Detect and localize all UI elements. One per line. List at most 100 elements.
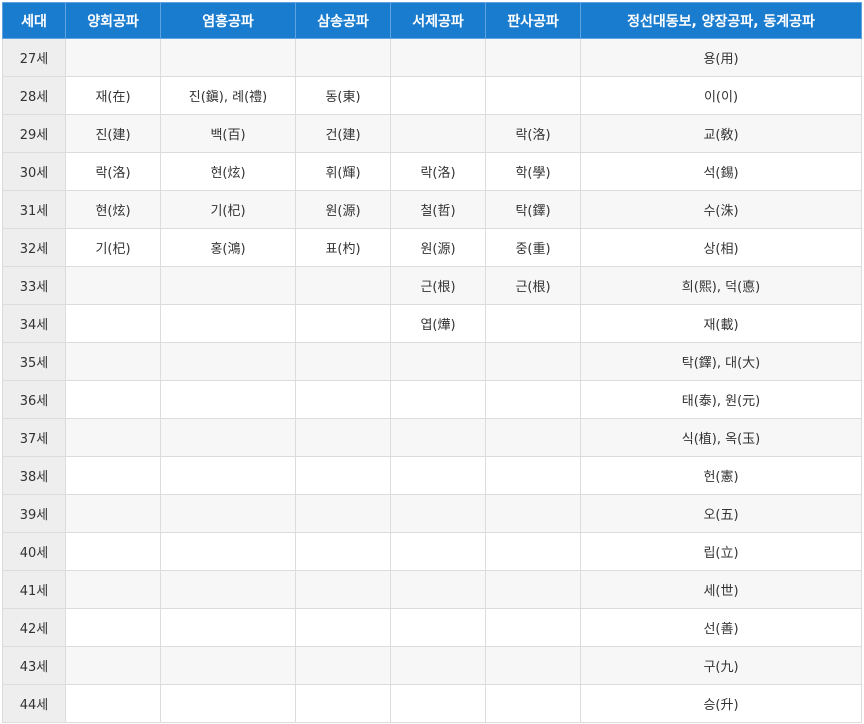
- samsong-cell: 원(源): [295, 190, 391, 229]
- yanghoe-cell: [65, 570, 161, 609]
- yeomheung-cell: [160, 342, 296, 381]
- yanghoe-cell: [65, 418, 161, 457]
- main-branch-cell: 립(立): [580, 532, 862, 571]
- main-branch-cell: 오(五): [580, 494, 862, 533]
- samsong-cell: [295, 304, 391, 343]
- pansa-cell: [485, 456, 581, 495]
- yanghoe-cell: [65, 494, 161, 533]
- samsong-cell: [295, 266, 391, 305]
- seoje-cell: [390, 494, 486, 533]
- samsong-cell: [295, 380, 391, 419]
- yanghoe-cell: 락(洛): [65, 152, 161, 191]
- yanghoe-cell: [65, 646, 161, 685]
- generation-cell: 28세: [2, 76, 66, 115]
- pansa-cell: [485, 38, 581, 77]
- samsong-cell: [295, 342, 391, 381]
- table-row: 40세 립(立): [2, 532, 862, 571]
- yanghoe-cell: [65, 304, 161, 343]
- main-branch-cell: 식(植), 옥(玉): [580, 418, 862, 457]
- main-branch-cell: 희(熙), 덕(悳): [580, 266, 862, 305]
- seoje-cell: [390, 380, 486, 419]
- seoje-cell: 철(哲): [390, 190, 486, 229]
- pansa-cell: [485, 76, 581, 115]
- samsong-cell: [295, 570, 391, 609]
- table-row: 44세 승(升): [2, 684, 862, 723]
- yeomheung-cell: [160, 608, 296, 647]
- main-branch-cell: 재(載): [580, 304, 862, 343]
- samsong-cell: [295, 456, 391, 495]
- yeomheung-cell: 백(百): [160, 114, 296, 153]
- pansa-cell: [485, 494, 581, 533]
- generation-cell: 39세: [2, 494, 66, 533]
- pansa-cell: [485, 570, 581, 609]
- samsong-cell: [295, 38, 391, 77]
- seoje-cell: 락(洛): [390, 152, 486, 191]
- table-row: 32세 기(杞) 홍(鴻) 표(杓) 원(源) 중(重) 상(相): [2, 228, 862, 267]
- table-row: 43세 구(九): [2, 646, 862, 685]
- pansa-cell: [485, 304, 581, 343]
- samsong-cell: [295, 418, 391, 457]
- seoje-cell: [390, 646, 486, 685]
- header-seoje-branch: 서제공파: [390, 2, 486, 39]
- table-row: 33세 근(根) 근(根) 희(熙), 덕(悳): [2, 266, 862, 305]
- yanghoe-cell: [65, 456, 161, 495]
- seoje-cell: 원(源): [390, 228, 486, 267]
- yanghoe-cell: [65, 266, 161, 305]
- yanghoe-cell: 현(炫): [65, 190, 161, 229]
- table-row: 27세 용(用): [2, 38, 862, 77]
- generation-name-table: 세대 양회공파 염흥공파 삼송공파 서제공파 판사공파 정선대동보, 양장공파,…: [2, 2, 862, 723]
- header-main-branches: 정선대동보, 양장공파, 동계공파: [580, 2, 862, 39]
- header-yeomheung-branch: 염흥공파: [160, 2, 296, 39]
- table-row: 34세 엽(燁) 재(載): [2, 304, 862, 343]
- pansa-cell: [485, 532, 581, 571]
- samsong-cell: [295, 494, 391, 533]
- seoje-cell: [390, 76, 486, 115]
- pansa-cell: 근(根): [485, 266, 581, 305]
- seoje-cell: [390, 608, 486, 647]
- generation-cell: 35세: [2, 342, 66, 381]
- seoje-cell: 엽(燁): [390, 304, 486, 343]
- seoje-cell: [390, 418, 486, 457]
- generation-cell: 37세: [2, 418, 66, 457]
- pansa-cell: [485, 380, 581, 419]
- samsong-cell: 동(東): [295, 76, 391, 115]
- samsong-cell: 휘(輝): [295, 152, 391, 191]
- main-branch-cell: 선(善): [580, 608, 862, 647]
- generation-cell: 33세: [2, 266, 66, 305]
- generation-cell: 34세: [2, 304, 66, 343]
- yanghoe-cell: [65, 38, 161, 77]
- generation-cell: 36세: [2, 380, 66, 419]
- generation-cell: 40세: [2, 532, 66, 571]
- generation-cell: 42세: [2, 608, 66, 647]
- table-row: 38세 헌(憲): [2, 456, 862, 495]
- generation-cell: 30세: [2, 152, 66, 191]
- seoje-cell: [390, 38, 486, 77]
- yeomheung-cell: 진(鎭), 례(禮): [160, 76, 296, 115]
- main-branch-cell: 이(이): [580, 76, 862, 115]
- seoje-cell: [390, 342, 486, 381]
- table-row: 42세 선(善): [2, 608, 862, 647]
- yanghoe-cell: [65, 342, 161, 381]
- yeomheung-cell: 홍(鴻): [160, 228, 296, 267]
- table-row: 36세 태(泰), 원(元): [2, 380, 862, 419]
- table-header-row: 세대 양회공파 염흥공파 삼송공파 서제공파 판사공파 정선대동보, 양장공파,…: [2, 2, 862, 39]
- samsong-cell: 건(建): [295, 114, 391, 153]
- seoje-cell: [390, 456, 486, 495]
- table-row: 30세 락(洛) 현(炫) 휘(輝) 락(洛) 학(學) 석(錫): [2, 152, 862, 191]
- seoje-cell: [390, 114, 486, 153]
- yeomheung-cell: [160, 684, 296, 723]
- table-row: 35세 탁(鐸), 대(大): [2, 342, 862, 381]
- generation-cell: 27세: [2, 38, 66, 77]
- main-branch-cell: 석(錫): [580, 152, 862, 191]
- main-branch-cell: 수(洙): [580, 190, 862, 229]
- main-branch-cell: 세(世): [580, 570, 862, 609]
- seoje-cell: [390, 570, 486, 609]
- header-yanghoe-branch: 양회공파: [65, 2, 161, 39]
- samsong-cell: [295, 608, 391, 647]
- yanghoe-cell: 재(在): [65, 76, 161, 115]
- samsong-cell: [295, 646, 391, 685]
- yeomheung-cell: [160, 304, 296, 343]
- pansa-cell: [485, 646, 581, 685]
- pansa-cell: [485, 418, 581, 457]
- main-branch-cell: 탁(鐸), 대(大): [580, 342, 862, 381]
